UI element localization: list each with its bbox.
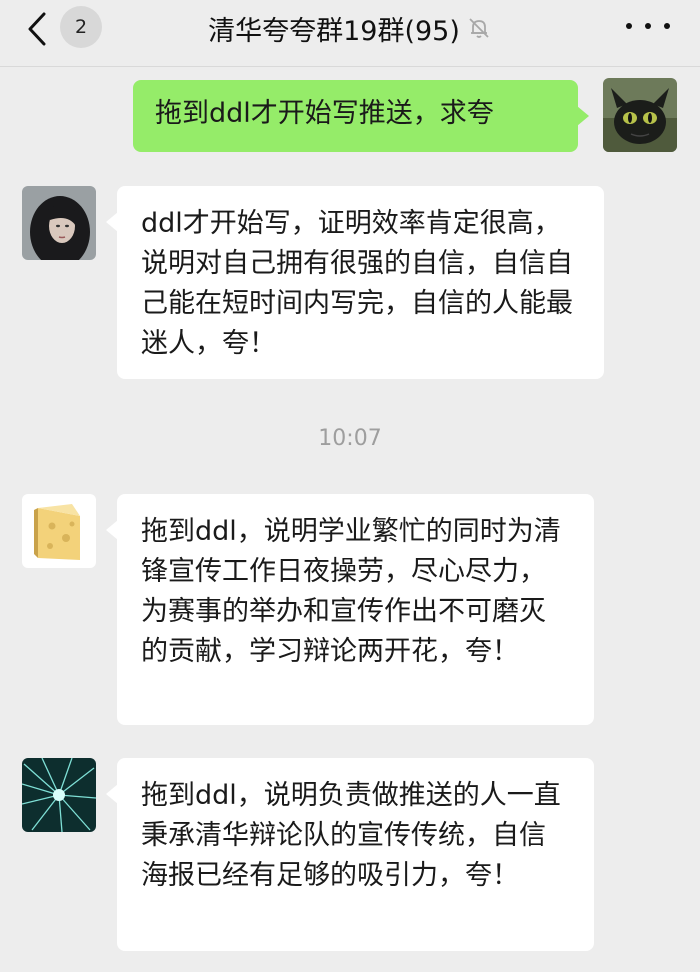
back-button[interactable] (24, 12, 50, 46)
more-options-button[interactable] (626, 14, 670, 38)
message-text: 拖到ddl，说明负责做推送的人一直秉承清华辩论队的宣传传统，自信海报已经有足够的… (141, 780, 561, 891)
cheese-avatar[interactable] (22, 494, 96, 568)
chevron-left-icon (28, 12, 46, 46)
dot-icon (626, 23, 632, 29)
chat-title-area[interactable]: 清华夸夸群19群(95) (150, 8, 550, 48)
dot-icon (645, 23, 651, 29)
chat-title: 清华夸夸群19群(95) (208, 15, 460, 47)
message-text: ddl才开始写，证明效率肯定很高，说明对自己拥有很强的自信，自信自己能在短时间内… (141, 208, 573, 359)
dragon-avatar[interactable] (603, 78, 677, 152)
message-text: 拖到ddl才开始写推送，求夸 (155, 98, 494, 129)
message-text: 拖到ddl，说明学业繁忙的同时为清锋宣传工作日夜操劳，尽心尽力，为赛事的举办和宣… (141, 516, 561, 667)
dot-icon (664, 23, 670, 29)
outgoing-message-bubble[interactable]: 拖到ddl才开始写推送，求夸 (133, 80, 589, 152)
incoming-message-bubble[interactable]: 拖到ddl，说明负责做推送的人一直秉承清华辩论队的宣传传统，自信海报已经有足够的… (106, 758, 594, 951)
starburst-avatar[interactable] (22, 758, 96, 832)
incoming-message-bubble[interactable]: 拖到ddl，说明学业繁忙的同时为清锋宣传工作日夜操劳，尽心尽力，为赛事的举办和宣… (106, 494, 594, 725)
unread-count-badge[interactable]: 2 (60, 6, 102, 48)
incoming-message-bubble[interactable]: ddl才开始写，证明效率肯定很高，说明对自己拥有很强的自信，自信自己能在短时间内… (106, 186, 604, 379)
chat-header: 2 清华夸夸群19群(95) (0, 0, 700, 67)
message-timestamp: 10:07 (318, 426, 382, 451)
mute-bell-icon (469, 18, 489, 38)
girl-avatar[interactable] (22, 186, 96, 260)
